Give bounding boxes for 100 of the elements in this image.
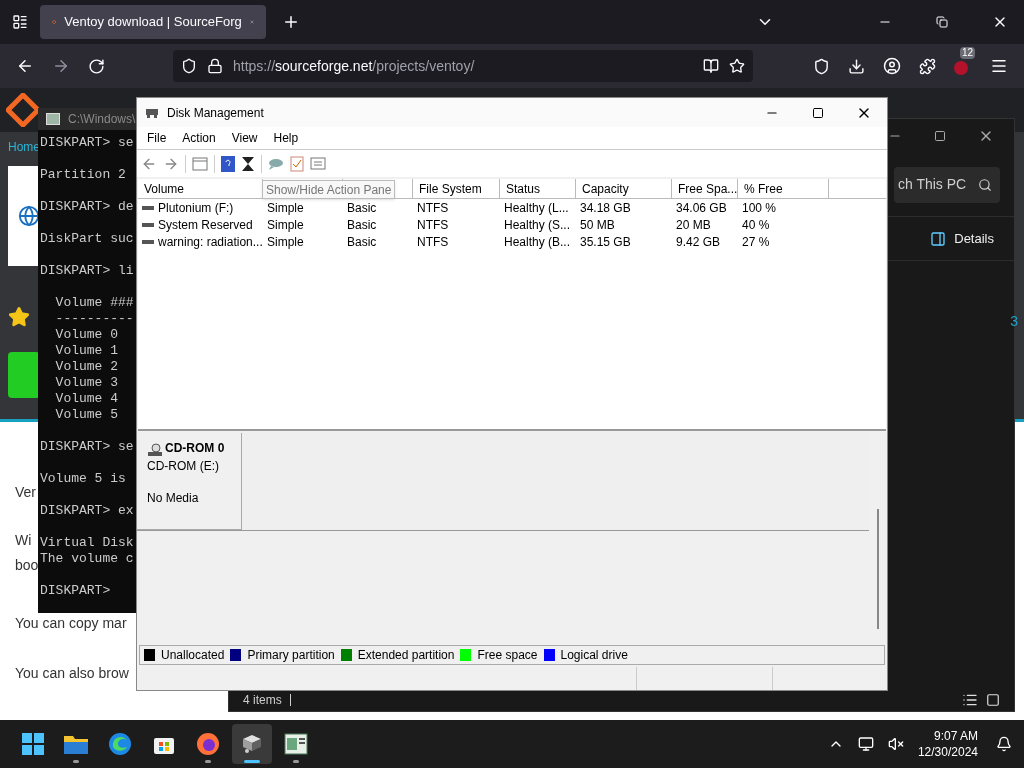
start-icon[interactable]: [21, 732, 45, 756]
legend-label: Logical drive: [560, 647, 628, 664]
running-indicator: [205, 760, 211, 763]
menu-item[interactable]: Action: [174, 129, 224, 147]
item-count: 4 items: [243, 692, 282, 709]
search-field[interactable]: ch This PC: [894, 166, 1000, 203]
column-header[interactable]: File System: [413, 179, 500, 198]
account-icon[interactable]: [883, 57, 901, 75]
hourglass-icon[interactable]: [241, 155, 255, 172]
reader-view-icon[interactable]: [703, 58, 719, 74]
legend-label: Free space: [477, 647, 538, 664]
restore-icon[interactable]: [936, 16, 948, 28]
tile-view-icon[interactable]: [986, 693, 1000, 707]
menu-icon[interactable]: [990, 57, 1008, 75]
download-icon[interactable]: [848, 57, 865, 75]
table-cell-text: Simple: [267, 233, 304, 251]
table-cell-text: Plutonium (F:): [158, 199, 234, 217]
star-icon: [8, 306, 30, 328]
running-indicator: [293, 760, 299, 763]
paragraph-text: Wi: [15, 531, 32, 550]
console-line: DISKPART> li: [40, 263, 134, 279]
table-cell-text: 34.18 GB: [580, 199, 631, 217]
column-header[interactable]: Free Spa...: [672, 179, 738, 198]
puzzle-icon[interactable]: [919, 57, 936, 75]
clock[interactable]: 9:07 AM 12/30/2024: [917, 728, 978, 760]
maximize-icon[interactable]: [812, 106, 824, 119]
menu-item[interactable]: Help: [265, 129, 307, 147]
help-icon[interactable]: [221, 155, 235, 172]
legend-label: Unallocated: [161, 647, 225, 664]
network-icon[interactable]: [857, 736, 874, 752]
table-cell-text: Basic: [347, 233, 377, 251]
download-button[interactable]: [8, 352, 40, 398]
table-cell-text: Simple: [267, 199, 304, 217]
table-cell-text: NTFS: [417, 216, 449, 234]
browser-tab[interactable]: Ventoy download | SourceForg: [40, 5, 266, 39]
running-indicator: [73, 760, 79, 763]
pocket-shield-icon[interactable]: [813, 57, 830, 75]
reload-icon[interactable]: [88, 57, 105, 75]
console-line: DISKPART> ex: [40, 503, 134, 519]
shield-icon[interactable]: [181, 58, 197, 74]
list-view-icon[interactable]: [962, 692, 978, 708]
tab-list-icon[interactable]: [12, 14, 28, 30]
details-button[interactable]: Details: [930, 228, 994, 249]
console-line: Volume ###: [54, 295, 134, 311]
running-indicator: [244, 760, 260, 763]
window-panel-icon: [284, 733, 308, 755]
lock-icon[interactable]: [207, 58, 223, 74]
back-icon[interactable]: [16, 57, 34, 75]
table-cell-text: System Reserved: [158, 216, 253, 234]
column-header[interactable]: % Free: [738, 179, 829, 198]
checklist-icon[interactable]: [290, 155, 304, 172]
legend-label: Primary partition: [247, 647, 335, 664]
scrollbar-thumb[interactable]: [877, 509, 879, 629]
edge-text: 3: [1010, 312, 1018, 331]
address-bar[interactable]: https://sourceforge.net/projects/ventoy/: [173, 50, 753, 82]
table-cell-text: NTFS: [417, 233, 449, 251]
fox-globe-icon: [196, 732, 220, 756]
column-header[interactable]: Status: [500, 179, 576, 198]
paragraph-text: boo: [15, 556, 39, 575]
table-cell-text: Healthy (L...: [504, 199, 569, 217]
console-line: Partition 2: [40, 167, 126, 183]
search-icon: [978, 177, 992, 192]
table-cell-text: Basic: [347, 199, 377, 217]
maximize-icon[interactable]: [934, 130, 946, 142]
menu-item[interactable]: View: [223, 129, 266, 147]
globe-icon: [18, 205, 40, 227]
console-line: Volume 2: [54, 359, 118, 375]
console-line: The volume c: [40, 551, 134, 567]
console-line: Volume 0: [54, 327, 118, 343]
table-cell-text: 40 %: [742, 216, 770, 234]
menu-item[interactable]: File: [139, 129, 175, 147]
paragraph-text: Ver: [15, 483, 36, 502]
table-cell-text: Healthy (B...: [504, 233, 571, 251]
window-title: Disk Management: [167, 104, 264, 122]
table-cell-text: warning: radiation...: [158, 233, 263, 251]
disk-status: No Media: [147, 490, 200, 507]
table-cell-text: Healthy (S...: [504, 216, 571, 234]
console-line: DISKPART> se: [40, 135, 134, 151]
taskbar-app[interactable]: [232, 724, 272, 764]
table-cell-text: 34.06 GB: [676, 199, 727, 217]
disk-name: CD-ROM 0: [165, 440, 225, 457]
table-icon[interactable]: [192, 156, 208, 171]
star-icon[interactable]: [729, 58, 745, 74]
folder-icon: [63, 733, 89, 755]
console-line: Volume 3: [54, 375, 118, 391]
column-header[interactable]: Capacity: [576, 179, 672, 198]
paragraph-text: You can also brow: [15, 664, 129, 683]
console-line: DiskPart suc: [40, 231, 134, 247]
table-cell-text: NTFS: [417, 199, 449, 217]
muted-speaker-icon[interactable]: [887, 736, 904, 752]
console-line: Volume 5: [54, 407, 118, 423]
home-link[interactable]: Home: [8, 138, 40, 156]
notification-icon[interactable]: [996, 736, 1012, 752]
forward-icon[interactable]: [52, 57, 70, 75]
console-line: Virtual Disk: [40, 535, 134, 551]
paragraph-text: You can copy mar: [15, 614, 127, 633]
extension-badge: 12: [960, 47, 976, 59]
console-title: C:\Windows\: [68, 111, 136, 128]
console-line: DISKPART>: [40, 583, 111, 599]
new-tab-icon[interactable]: [282, 13, 300, 31]
